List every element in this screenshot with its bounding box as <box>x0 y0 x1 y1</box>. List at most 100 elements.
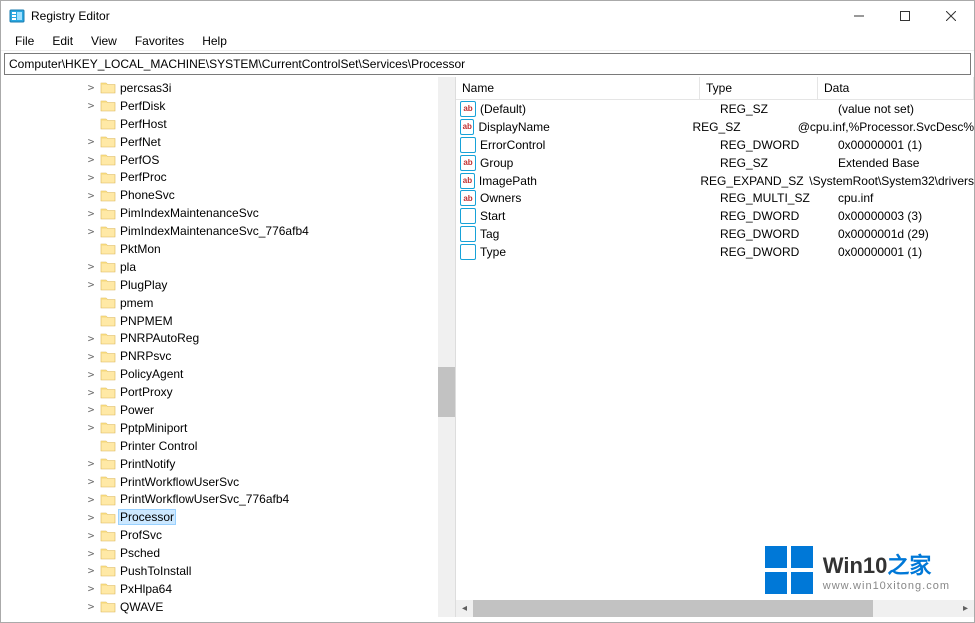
tree-item[interactable]: >PxHlpa64 <box>1 580 455 598</box>
tree-item[interactable]: >QWAVE <box>1 598 455 616</box>
address-text: Computer\HKEY_LOCAL_MACHINE\SYSTEM\Curre… <box>9 57 465 71</box>
maximize-button[interactable] <box>882 1 928 31</box>
menu-view[interactable]: View <box>83 32 125 50</box>
tree-item[interactable]: PerfHost <box>1 115 455 133</box>
tree-item[interactable]: > PNRPAutoReg <box>1 329 455 347</box>
tree-item[interactable]: Printer Control <box>1 437 455 455</box>
tree-item[interactable]: >PNRPsvc <box>1 347 455 365</box>
hscroll-thumb[interactable] <box>473 600 873 617</box>
menu-edit[interactable]: Edit <box>44 32 81 50</box>
tree-item[interactable]: >pla <box>1 258 455 276</box>
tree-item[interactable]: > PerfNet <box>1 133 455 151</box>
value-row[interactable]: TagREG_DWORD0x0000001d (29) <box>456 225 974 243</box>
list-body[interactable]: ab(Default)REG_SZ(value not set)abDispla… <box>456 100 974 261</box>
expand-icon[interactable]: > <box>85 332 97 345</box>
tree-item-label: PerfNet <box>120 135 161 149</box>
tree-item[interactable]: >Psched <box>1 544 455 562</box>
tree-item[interactable]: >PimIndexMaintenanceSvc_776afb4 <box>1 222 455 240</box>
expand-icon[interactable]: > <box>85 135 97 148</box>
tree-item[interactable]: >PrintNotify <box>1 455 455 473</box>
tree-item[interactable]: > PerfProc <box>1 168 455 186</box>
column-type[interactable]: Type <box>700 77 818 99</box>
tree-item[interactable]: > PerfOS <box>1 151 455 169</box>
value-row[interactable]: abOwnersREG_MULTI_SZcpu.inf <box>456 189 974 207</box>
value-data: cpu.inf <box>838 191 974 205</box>
expand-icon[interactable]: > <box>85 386 97 399</box>
folder-icon <box>100 350 116 363</box>
tree-item[interactable]: pmem <box>1 294 455 312</box>
folder-icon <box>100 386 116 399</box>
tree-item[interactable]: >PptpMiniport <box>1 419 455 437</box>
value-row[interactable]: abDisplayNameREG_SZ@cpu.inf,%Processor.S… <box>456 118 974 136</box>
tree-scrollbar[interactable] <box>438 77 455 617</box>
list-hscrollbar[interactable]: ◂ ▸ <box>456 600 974 617</box>
tree-item-label: PktMon <box>120 242 161 256</box>
expand-icon[interactable]: > <box>85 403 97 416</box>
tree-item-label: PNPMEM <box>120 314 173 328</box>
expand-icon[interactable]: > <box>85 600 97 613</box>
tree-item[interactable]: >Power <box>1 401 455 419</box>
expand-icon[interactable]: > <box>85 207 97 220</box>
expand-icon[interactable]: > <box>85 81 97 94</box>
expand-icon[interactable]: > <box>85 260 97 273</box>
tree-item-label: PerfProc <box>120 170 167 184</box>
tree-item[interactable]: >Processor <box>1 508 455 526</box>
expand-icon[interactable]: > <box>85 225 97 238</box>
binary-value-icon <box>460 244 476 260</box>
tree-item-label: PerfHost <box>120 117 167 131</box>
expand-icon[interactable]: > <box>85 547 97 560</box>
expand-icon[interactable]: > <box>85 421 97 434</box>
expand-icon[interactable]: > <box>85 475 97 488</box>
scroll-left-icon[interactable]: ◂ <box>456 600 473 617</box>
expand-icon[interactable]: > <box>85 189 97 202</box>
tree-item[interactable]: >PushToInstall <box>1 562 455 580</box>
value-row[interactable]: ErrorControlREG_DWORD0x00000001 (1) <box>456 136 974 154</box>
value-row[interactable]: abImagePathREG_EXPAND_SZ\SystemRoot\Syst… <box>456 172 974 190</box>
value-row[interactable]: TypeREG_DWORD0x00000001 (1) <box>456 243 974 261</box>
menu-help[interactable]: Help <box>194 32 235 50</box>
expand-icon[interactable]: > <box>85 529 97 542</box>
folder-icon <box>100 242 116 255</box>
expand-icon[interactable]: > <box>85 278 97 291</box>
column-data[interactable]: Data <box>818 77 974 99</box>
expand-icon[interactable]: > <box>85 368 97 381</box>
expand-icon[interactable]: > <box>85 350 97 363</box>
menu-file[interactable]: File <box>7 32 42 50</box>
value-row[interactable]: ab(Default)REG_SZ(value not set) <box>456 100 974 118</box>
tree-item[interactable]: >PlugPlay <box>1 276 455 294</box>
scroll-right-icon[interactable]: ▸ <box>957 600 974 617</box>
tree-scroll-thumb[interactable] <box>438 367 455 417</box>
tree-item[interactable]: >PimIndexMaintenanceSvc <box>1 204 455 222</box>
tree-item[interactable]: >PrintWorkflowUserSvc_776afb4 <box>1 490 455 508</box>
expand-icon[interactable]: > <box>85 511 97 524</box>
tree-item[interactable]: >percsas3i <box>1 79 455 97</box>
expand-icon[interactable]: > <box>85 457 97 470</box>
tree-item[interactable]: >PortProxy <box>1 383 455 401</box>
menu-favorites[interactable]: Favorites <box>127 32 192 50</box>
tree-pane: >percsas3i>PerfDisk PerfHost > PerfNet > Perf… <box>1 77 456 617</box>
tree-item-label: PerfOS <box>120 153 159 167</box>
tree-item[interactable]: > ProfSvc <box>1 526 455 544</box>
tree-item[interactable]: >PerfDisk <box>1 97 455 115</box>
tree-item[interactable]: >PrintWorkflowUserSvc <box>1 473 455 491</box>
expand-icon[interactable]: > <box>85 493 97 506</box>
close-button[interactable] <box>928 1 974 31</box>
folder-icon <box>100 564 116 577</box>
tree-item[interactable]: >PhoneSvc <box>1 186 455 204</box>
value-row[interactable]: StartREG_DWORD0x00000003 (3) <box>456 207 974 225</box>
expand-icon[interactable]: > <box>85 582 97 595</box>
address-bar[interactable]: Computer\HKEY_LOCAL_MACHINE\SYSTEM\Curre… <box>4 53 971 75</box>
column-name[interactable]: Name <box>456 77 700 99</box>
tree-item[interactable]: PNPMEM <box>1 312 455 330</box>
value-row[interactable]: abGroupREG_SZExtended Base <box>456 154 974 172</box>
expand-icon[interactable]: > <box>85 171 97 184</box>
expand-icon[interactable]: > <box>85 153 97 166</box>
tree[interactable]: >percsas3i>PerfDisk PerfHost > PerfNet > Perf… <box>1 77 455 616</box>
tree-item-label: ProfSvc <box>120 528 162 542</box>
tree-item[interactable]: >PolicyAgent <box>1 365 455 383</box>
minimize-button[interactable] <box>836 1 882 31</box>
expand-icon[interactable]: > <box>85 564 97 577</box>
tree-item-label: PNRPAutoReg <box>120 331 199 345</box>
expand-icon[interactable]: > <box>85 99 97 112</box>
tree-item[interactable]: PktMon <box>1 240 455 258</box>
